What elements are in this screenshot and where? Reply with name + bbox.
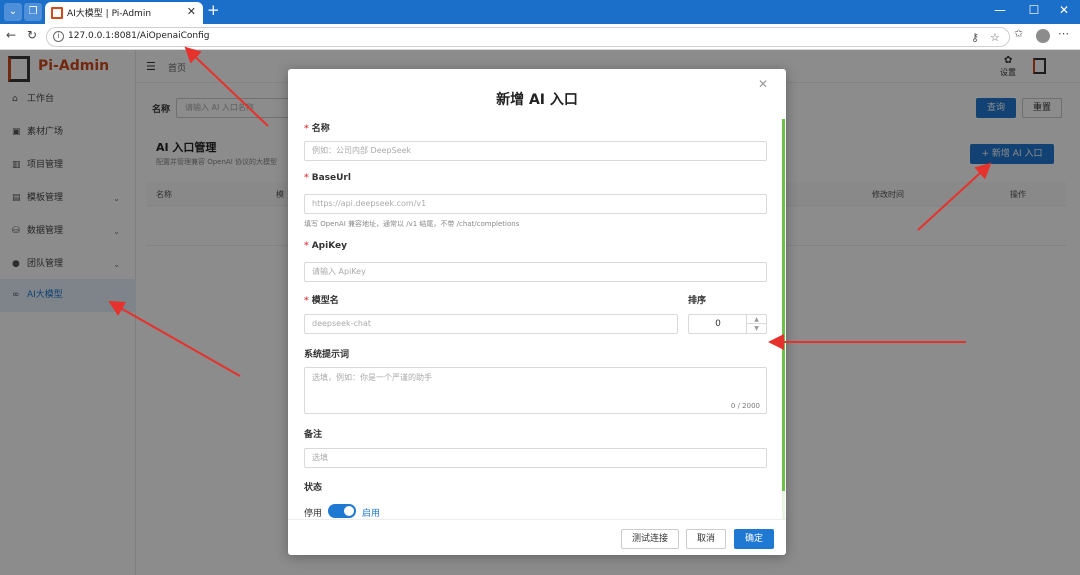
refresh-icon[interactable]: ↻	[27, 28, 37, 42]
url-field[interactable]: i 127.0.0.1:8081/AiOpenaiConfig ⚷ ☆	[46, 27, 1010, 47]
chevron-up-icon[interactable]: ▲	[746, 315, 766, 324]
system-prompt-placeholder: 选填，例如：你是一个严谨的助手	[312, 373, 432, 382]
status-off-label: 停用	[304, 509, 323, 519]
close-tab-icon[interactable]: ✕	[187, 5, 196, 18]
status-on-label: 启用	[362, 509, 381, 519]
api-key-label: * ApiKey	[304, 241, 347, 251]
model-field[interactable]: deepseek-chat	[304, 314, 678, 334]
system-prompt-label: 系统提示词	[304, 350, 350, 360]
workspaces-icon[interactable]: ❐	[24, 3, 42, 21]
collections-icon[interactable]: ✩	[1014, 27, 1023, 40]
chevron-down-icon[interactable]: ▼	[746, 324, 766, 333]
dialog-footer: 测试连接 取消 确定	[288, 519, 786, 555]
tab-title: AI大模型 | Pi-Admin	[67, 9, 152, 19]
more-icon[interactable]: ⋯	[1058, 27, 1069, 40]
api-key-field[interactable]: 请输入 ApiKey	[304, 262, 767, 282]
base-url-field[interactable]: https://api.deepseek.com/v1	[304, 194, 767, 214]
toggle-knob	[344, 506, 354, 516]
add-ai-entry-dialog: 新增 AI 入口 ✕ * 名称 例如：公司内部 DeepSeek * BaseUrl…	[288, 69, 786, 555]
tab-actions-icon[interactable]: ⌄	[4, 3, 22, 21]
name-field[interactable]: 例如：公司内部 DeepSeek	[304, 141, 767, 161]
remark-field[interactable]: 选填	[304, 448, 767, 468]
browser-tab[interactable]: AI大模型 | Pi-Admin ✕	[45, 2, 203, 24]
favicon-icon	[51, 7, 63, 19]
close-window-icon[interactable]: ✕	[1054, 3, 1074, 17]
close-icon[interactable]: ✕	[758, 77, 768, 91]
browser-tab-bar: ⌄ ❐ AI大模型 | Pi-Admin ✕ + — ☐ ✕	[0, 0, 1080, 24]
scrollbar-thumb[interactable]	[782, 119, 785, 491]
sort-stepper[interactable]: 0 ▲ ▼	[688, 314, 767, 334]
address-bar: ← ↻ i 127.0.0.1:8081/AiOpenaiConfig ⚷ ☆ …	[0, 24, 1080, 50]
new-tab-icon[interactable]: +	[207, 1, 220, 19]
base-url-hint: 填写 OpenAI 兼容地址，通常以 /v1 结尾，不带 /chat/compl…	[304, 220, 520, 228]
dialog-title: 新增 AI 入口	[496, 92, 578, 108]
char-counter: 0 / 2000	[730, 402, 760, 410]
remark-label: 备注	[304, 430, 323, 440]
status-label: 状态	[304, 483, 323, 493]
favorite-icon[interactable]: ☆	[990, 31, 1000, 44]
base-url-label: * BaseUrl	[304, 173, 351, 183]
name-label: * 名称	[304, 124, 330, 134]
sort-value: 0	[715, 319, 721, 329]
minimize-icon[interactable]: —	[990, 3, 1010, 17]
back-icon[interactable]: ←	[6, 28, 16, 42]
info-icon[interactable]: i	[53, 31, 64, 42]
test-connection-button[interactable]: 测试连接	[621, 529, 679, 549]
maximize-icon[interactable]: ☐	[1024, 3, 1044, 17]
system-prompt-textarea[interactable]: 选填，例如：你是一个严谨的助手 0 / 2000	[304, 367, 767, 414]
avatar[interactable]	[1036, 29, 1050, 43]
url-text: 127.0.0.1:8081/AiOpenaiConfig	[68, 31, 210, 41]
status-toggle[interactable]	[328, 504, 356, 518]
cancel-button[interactable]: 取消	[686, 529, 726, 549]
model-label: * 模型名	[304, 296, 339, 306]
sort-label: 排序	[688, 296, 707, 306]
confirm-button[interactable]: 确定	[734, 529, 774, 549]
key-icon[interactable]: ⚷	[971, 31, 979, 44]
